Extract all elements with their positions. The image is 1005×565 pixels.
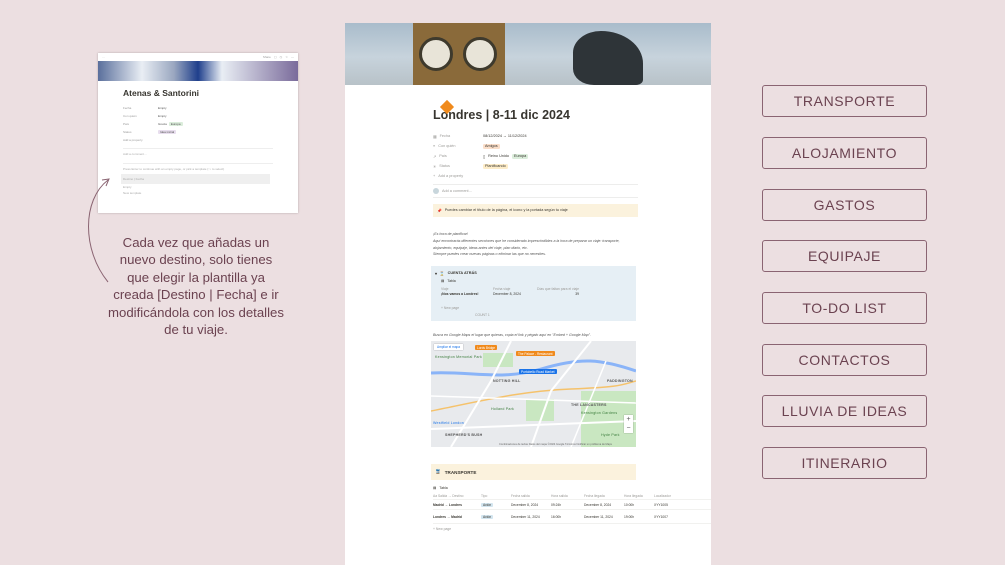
- countdown-toggle[interactable]: ▾ ⌛ CUENTA ATRÁS ▤ Tabla Viaje Fecha viaje …: [431, 266, 636, 322]
- tag-amigos: Amigos: [483, 143, 500, 149]
- nav-button-equipaje[interactable]: EQUIPAJE: [762, 240, 927, 272]
- table-icon: ▤: [441, 279, 445, 284]
- avatar: [433, 188, 439, 194]
- thumbnail-comment[interactable]: Add a comment…: [123, 149, 298, 159]
- big-ben-illustration: [413, 23, 505, 85]
- transport-heading[interactable]: 🚆 TRANSPORTE: [431, 464, 636, 481]
- property-status[interactable]: ✳ Status Planificando: [433, 161, 711, 171]
- nav-button-gastos[interactable]: GASTOS: [762, 189, 927, 221]
- thumbnail-topbar: … Share ▢ ◷ ☆ ⋯: [98, 53, 298, 61]
- nav-button-itinerario[interactable]: ITINERARIO: [762, 447, 927, 479]
- triangle-down-icon[interactable]: ▾: [435, 271, 437, 276]
- transport-view-tab[interactable]: ▤ Tabla: [433, 483, 711, 492]
- tag-planificando: Planificando: [483, 163, 508, 169]
- transport-table: Aa Salida → Destino Tipo Fecha salida Ho…: [433, 492, 711, 534]
- add-comment-input[interactable]: Add a comment…: [433, 185, 711, 197]
- template-option-new[interactable]: New template: [123, 190, 298, 196]
- table-header: Viaje Fecha viaje Días que faltan para e…: [441, 286, 580, 291]
- table-row[interactable]: Madrid → Londres Avión December 8, 2024 …: [433, 500, 711, 511]
- cover-image: [345, 23, 711, 85]
- list-icon: ≡: [433, 144, 436, 148]
- zoom-control[interactable]: + −: [624, 415, 633, 434]
- instructions-caption: Cada vez que añadas un nuevo destino, so…: [108, 235, 284, 338]
- property-fecha[interactable]: ▦ Fecha 08/12/2024 → 11/12/2024: [433, 131, 711, 141]
- page-title[interactable]: Londres | 8-11 dic 2024: [433, 108, 711, 122]
- page-link-icon: ▯: [483, 154, 486, 159]
- thumbnail-hint: Press Enter to continue with an empty pa…: [123, 167, 225, 171]
- intro-text[interactable]: ¡Es hora de planificar! Aquí encontrarás…: [433, 231, 711, 258]
- template-option-destino[interactable]: Destino | Fecha: [121, 174, 270, 184]
- new-page-button[interactable]: + New page: [433, 527, 711, 534]
- table-row[interactable]: Londres → Madrid Avión December 11, 2024…: [433, 510, 711, 525]
- thumbnail-prop[interactable]: Status Idea inicial: [123, 128, 298, 136]
- horse-statue-illustration: [573, 31, 643, 85]
- thumbnail-title: Atenas & Santorini: [123, 88, 200, 98]
- new-page-button[interactable]: + New page: [435, 306, 636, 313]
- thumbnail-prop[interactable]: Fecha Empty: [123, 104, 298, 112]
- share-button[interactable]: Share: [263, 55, 271, 59]
- add-property-button[interactable]: + Add a property: [433, 171, 711, 181]
- star-icon[interactable]: ☆: [285, 55, 288, 59]
- thumbnail-cover-image: [98, 61, 298, 81]
- nav-button-contactos[interactable]: CONTACTOS: [762, 344, 927, 376]
- hourglass-icon: ⌛: [439, 271, 445, 276]
- nav-button-alojamiento[interactable]: ALOJAMIENTO: [762, 137, 927, 169]
- notion-page: Londres | 8-11 dic 2024 ▦ Fecha 08/12/202…: [345, 23, 711, 565]
- map-instructions: Busca en Google Maps el lugar que quiera…: [433, 333, 591, 338]
- property-con-quien[interactable]: ≡ Con quién Amigos: [433, 141, 711, 151]
- template-thumbnail: … Share ▢ ◷ ☆ ⋯ Atenas & Santorini Fecha…: [98, 53, 298, 213]
- pin-icon: 📌: [437, 209, 442, 213]
- nav-button-transporte[interactable]: TRANSPORTE: [762, 85, 927, 117]
- tag-europa: Europa: [512, 153, 529, 159]
- arrow-icon: ↗: [433, 154, 437, 159]
- map-footer: Combinaciones de teclas Datos del mapa ©…: [499, 443, 612, 447]
- callout-block[interactable]: 📌 Puedes cambiar el título de la página,…: [433, 204, 638, 217]
- calendar-icon: ▦: [433, 134, 437, 139]
- clock-icon[interactable]: ◷: [280, 55, 283, 59]
- open-map-button[interactable]: Ampliar el mapa: [434, 344, 464, 351]
- table-row[interactable]: ¡Nos vamos a Londres! December 8, 2024 3…: [435, 292, 636, 306]
- property-pais[interactable]: ↗ País ▯ Reino Unido Europa: [433, 151, 711, 161]
- train-icon: 🚆: [435, 469, 441, 475]
- table-header: Aa Salida → Destino Tipo Fecha salida Ho…: [433, 492, 711, 501]
- zoom-in-icon[interactable]: +: [624, 415, 633, 424]
- thumbnail-tag: Europa: [168, 122, 183, 126]
- nav-button-lluvia-de-ideas[interactable]: LLUVIA DE IDEAS: [762, 395, 927, 427]
- google-map-embed[interactable]: Ampliar el mapa Lords Bridge The Palace …: [431, 341, 636, 448]
- divider: [433, 197, 638, 198]
- zoom-out-icon[interactable]: −: [624, 424, 633, 433]
- comment-icon[interactable]: ▢: [274, 55, 277, 59]
- thumbnail-prop[interactable]: País Grecia Europa: [123, 120, 298, 128]
- thumbnail-prop[interactable]: Con quién Empty: [123, 112, 298, 120]
- nav-button-todo-list[interactable]: TO-DO LIST: [762, 292, 927, 324]
- plus-icon: +: [433, 174, 436, 178]
- more-icon[interactable]: ⋯: [291, 55, 294, 59]
- thumbnail-add-property[interactable]: Add a property: [123, 136, 298, 144]
- table-icon: ▤: [433, 485, 437, 490]
- status-icon: ✳: [433, 164, 437, 169]
- row-count: COUNT 1: [475, 313, 490, 318]
- thumbnail-topbar-left: …: [102, 55, 105, 59]
